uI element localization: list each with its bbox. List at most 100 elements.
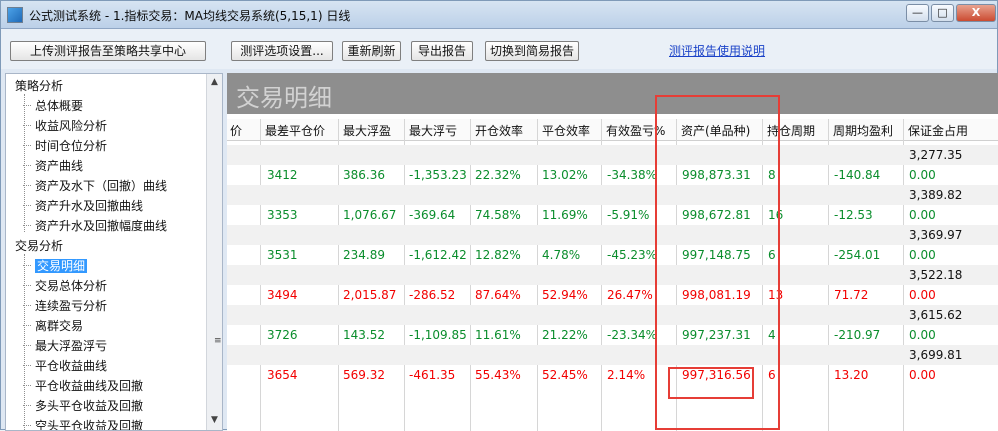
table-header: 价 最差平仓价 最大浮盈 最大浮亏 开仓效率 平仓效率 有效盈亏% 资产(单品种… bbox=[227, 119, 998, 141]
table-row[interactable]: 3494 2,015.87 -286.52 87.64% 52.94% 26.4… bbox=[227, 285, 998, 305]
margin-cell: 3,522.18 bbox=[909, 268, 963, 282]
asset-value-highlight bbox=[668, 367, 754, 399]
tree-scrollbar[interactable]: ▲ ▼ bbox=[206, 74, 222, 430]
close-efficiency-cell: 11.69% bbox=[542, 208, 588, 222]
table-row[interactable]: 3726 143.52 -1,109.85 11.61% 21.22% -23.… bbox=[227, 325, 998, 345]
maximize-button[interactable]: □ bbox=[931, 4, 954, 22]
open-efficiency-cell: 12.82% bbox=[475, 248, 521, 262]
table-row[interactable]: 3,522.18 bbox=[227, 265, 998, 285]
avg-profit-cell: -210.97 bbox=[834, 328, 881, 342]
avg-profit-cell: 13.20 bbox=[834, 368, 869, 382]
max-float-loss-cell: -1,353.23 bbox=[409, 168, 467, 182]
max-float-profit-cell: 2,015.87 bbox=[343, 288, 397, 302]
worst-close-cell: 3353 bbox=[267, 208, 298, 222]
table-row[interactable]: 3412 386.36 -1,353.23 22.32% 13.02% -34.… bbox=[227, 165, 998, 185]
tree-item-consecutive-profit-loss[interactable]: 连续盈亏分析 bbox=[22, 297, 107, 314]
test-settings-button[interactable]: 测评选项设置... bbox=[231, 41, 333, 61]
column-header-max-float-profit[interactable]: 最大浮盈 bbox=[343, 122, 391, 139]
effective-profit-loss-cell: -5.91% bbox=[607, 208, 650, 222]
refresh-button[interactable]: 重新刷新 bbox=[342, 41, 401, 61]
open-efficiency-cell: 11.61% bbox=[475, 328, 521, 342]
margin-cell: 0.00 bbox=[909, 168, 936, 182]
close-efficiency-cell: 4.78% bbox=[542, 248, 581, 262]
tree-item-time-position[interactable]: 时间仓位分析 bbox=[22, 137, 107, 154]
scroll-up-icon[interactable]: ▲ bbox=[209, 77, 220, 88]
column-header-avg-profit[interactable]: 周期均盈利 bbox=[833, 122, 893, 139]
tree-item-long-close-profit[interactable]: 多头平仓收益及回撤 bbox=[22, 397, 143, 414]
max-float-loss-cell: -369.64 bbox=[409, 208, 456, 222]
scroll-down-icon[interactable]: ▼ bbox=[209, 415, 220, 426]
table-row[interactable]: 3,615.62 bbox=[227, 305, 998, 325]
trade-detail-panel: 交易明细 价 最差平仓价 最大浮盈 最大浮亏 开仓效率 平仓效率 有效盈亏% 资… bbox=[227, 73, 998, 431]
max-float-profit-cell: 386.36 bbox=[343, 168, 385, 182]
table-row[interactable]: 3654 569.32 -461.35 55.43% 52.45% 2.14% … bbox=[227, 365, 998, 385]
detail-banner: 交易明细 bbox=[227, 73, 998, 114]
table-row[interactable]: 3,277.35 bbox=[227, 145, 998, 165]
table-row[interactable]: 3,699.81 bbox=[227, 345, 998, 365]
tree-item-asset-premium-range[interactable]: 资产升水及回撤幅度曲线 bbox=[22, 217, 167, 234]
max-float-loss-cell: -1,612.42 bbox=[409, 248, 467, 262]
column-header-open-efficiency[interactable]: 开仓效率 bbox=[475, 122, 523, 139]
tree-item-outlier-trades[interactable]: 离群交易 bbox=[22, 317, 83, 334]
margin-cell: 0.00 bbox=[909, 368, 936, 382]
tree-item-asset-curve[interactable]: 资产曲线 bbox=[22, 157, 83, 174]
tree-item-close-profit-curve[interactable]: 平仓收益曲线 bbox=[22, 357, 107, 374]
table-row[interactable]: 3,369.97 bbox=[227, 225, 998, 245]
close-efficiency-cell: 13.02% bbox=[542, 168, 588, 182]
tree-item-asset-underwater[interactable]: 资产及水下（回撤）曲线 bbox=[22, 177, 167, 194]
close-efficiency-cell: 52.94% bbox=[542, 288, 588, 302]
panel-splitter-grip-icon[interactable]: ≡ bbox=[214, 336, 222, 348]
open-efficiency-cell: 22.32% bbox=[475, 168, 521, 182]
tree-group-strategy[interactable]: 策略分析 bbox=[15, 77, 63, 94]
column-header-price[interactable]: 价 bbox=[230, 122, 242, 139]
max-float-profit-cell: 234.89 bbox=[343, 248, 385, 262]
tree-item-close-profit-drawdown[interactable]: 平仓收益曲线及回撤 bbox=[22, 377, 143, 394]
tree-item-max-float[interactable]: 最大浮盈浮亏 bbox=[22, 337, 107, 354]
column-header-max-float-loss[interactable]: 最大浮亏 bbox=[409, 122, 457, 139]
margin-cell: 0.00 bbox=[909, 208, 936, 222]
margin-cell: 0.00 bbox=[909, 288, 936, 302]
worst-close-cell: 3654 bbox=[267, 368, 298, 382]
switch-simple-report-button[interactable]: 切换到简易报告 bbox=[485, 41, 579, 61]
effective-profit-loss-cell: 2.14% bbox=[607, 368, 646, 382]
worst-close-cell: 3726 bbox=[267, 328, 298, 342]
selected-tree-label: 交易明细 bbox=[35, 259, 88, 273]
margin-cell: 0.00 bbox=[909, 248, 936, 262]
tree-item-return-risk[interactable]: 收益风险分析 bbox=[22, 117, 107, 134]
window-title: 公式测试系统 - 1.指标交易：MA均线交易系统(5,15,1) 日线 bbox=[29, 9, 351, 23]
margin-cell: 0.00 bbox=[909, 328, 936, 342]
worst-close-cell: 3412 bbox=[267, 168, 298, 182]
tree-item-trade-detail[interactable]: 交易明细 bbox=[22, 257, 88, 274]
margin-cell: 3,699.81 bbox=[909, 348, 963, 362]
tree-group-trade[interactable]: 交易分析 bbox=[15, 237, 63, 254]
worst-close-cell: 3494 bbox=[267, 288, 298, 302]
max-float-loss-cell: -461.35 bbox=[409, 368, 456, 382]
tree-item-summary[interactable]: 总体概要 bbox=[22, 97, 83, 114]
minimize-button[interactable]: — bbox=[906, 4, 929, 22]
margin-cell: 3,389.82 bbox=[909, 188, 963, 202]
max-float-loss-cell: -286.52 bbox=[409, 288, 456, 302]
table-row[interactable]: 3,389.82 bbox=[227, 185, 998, 205]
margin-cell: 3,369.97 bbox=[909, 228, 963, 242]
close-button[interactable]: X bbox=[956, 4, 996, 22]
table-row[interactable]: 3353 1,076.67 -369.64 74.58% 11.69% -5.9… bbox=[227, 205, 998, 225]
effective-profit-loss-cell: -23.34% bbox=[607, 328, 658, 342]
panel-title: 交易明细 bbox=[236, 84, 332, 112]
table-row[interactable]: 3531 234.89 -1,612.42 12.82% 4.78% -45.2… bbox=[227, 245, 998, 265]
column-header-worst-close[interactable]: 最差平仓价 bbox=[265, 122, 325, 139]
effective-profit-loss-cell: -45.23% bbox=[607, 248, 658, 262]
upload-report-button[interactable]: 上传测评报告至策略共享中心 bbox=[10, 41, 206, 61]
toolbar: 上传测评报告至策略共享中心 测评选项设置... 重新刷新 导出报告 切换到简易报… bbox=[1, 29, 997, 69]
effective-profit-loss-cell: 26.47% bbox=[607, 288, 653, 302]
column-header-close-efficiency[interactable]: 平仓效率 bbox=[542, 122, 590, 139]
report-help-link[interactable]: 测评报告使用说明 bbox=[669, 42, 765, 59]
column-header-margin[interactable]: 保证金占用 bbox=[908, 122, 968, 139]
close-efficiency-cell: 52.45% bbox=[542, 368, 588, 382]
open-efficiency-cell: 87.64% bbox=[475, 288, 521, 302]
tree-item-trade-overview[interactable]: 交易总体分析 bbox=[22, 277, 107, 294]
worst-close-cell: 3531 bbox=[267, 248, 298, 262]
export-report-button[interactable]: 导出报告 bbox=[411, 41, 473, 61]
tree-item-asset-premium[interactable]: 资产升水及回撤曲线 bbox=[22, 197, 143, 214]
open-efficiency-cell: 74.58% bbox=[475, 208, 521, 222]
tree-item-short-close-profit[interactable]: 空头平仓收益及回撤 bbox=[22, 417, 143, 430]
